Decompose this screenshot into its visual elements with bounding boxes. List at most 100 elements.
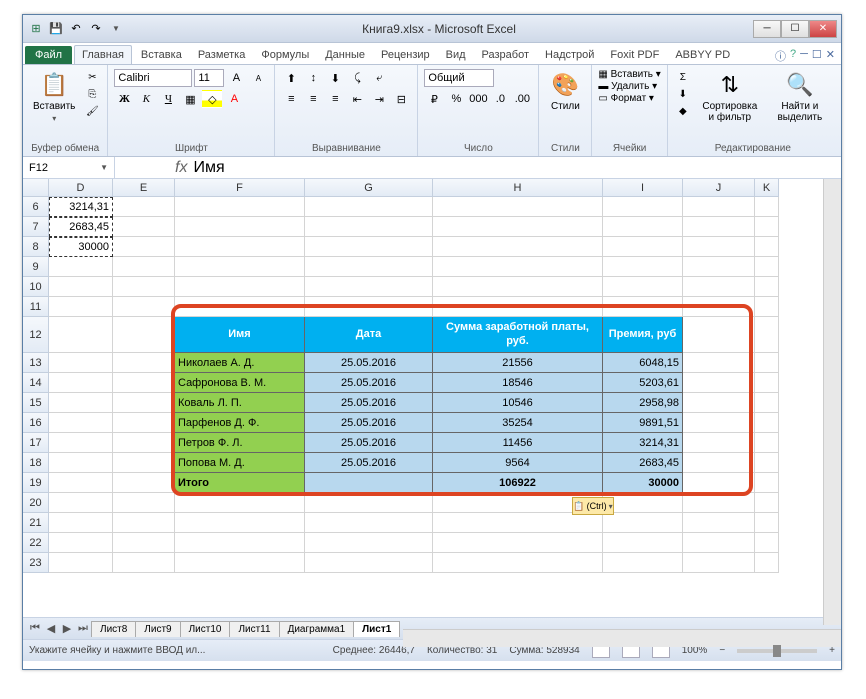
tab-data[interactable]: Данные (318, 46, 372, 64)
cell[interactable] (755, 317, 779, 353)
cell[interactable]: 25.05.2016 (305, 393, 433, 413)
doc-max-icon[interactable]: ☐ (812, 48, 822, 64)
cell[interactable] (113, 277, 175, 297)
cell[interactable] (175, 257, 305, 277)
cell[interactable]: 3214,31 (49, 197, 113, 217)
cell[interactable] (113, 297, 175, 317)
doc-close-icon[interactable]: ✕ (826, 48, 835, 64)
cell[interactable]: 10546 (433, 393, 603, 413)
dec-decimal-icon[interactable]: .00 (512, 90, 532, 108)
cell[interactable]: Попова М. Д. (175, 453, 305, 473)
cell[interactable] (175, 493, 305, 513)
cell[interactable] (49, 373, 113, 393)
col-header-F[interactable]: F (175, 179, 305, 197)
row-header[interactable]: 8 (23, 237, 49, 257)
cell[interactable] (683, 473, 755, 493)
cell[interactable] (49, 513, 113, 533)
cell[interactable] (683, 297, 755, 317)
cell[interactable] (113, 433, 175, 453)
align-center-icon[interactable]: ≡ (303, 90, 323, 108)
sheet-area[interactable]: DEFGHIJK 63214,3172683,458300009101112Им… (23, 179, 841, 617)
font-name-input[interactable] (114, 69, 192, 87)
styles-button[interactable]: 🎨 Стили (545, 69, 585, 114)
col-header-E[interactable]: E (113, 179, 175, 197)
tab-foxit[interactable]: Foxit PDF (603, 46, 666, 64)
cell[interactable] (755, 277, 779, 297)
number-format-input[interactable] (424, 69, 494, 87)
cell[interactable] (683, 553, 755, 573)
cell[interactable]: 11456 (433, 433, 603, 453)
align-top-icon[interactable]: ⬆ (281, 69, 301, 87)
currency-icon[interactable]: ₽ (424, 90, 444, 108)
format-painter-icon[interactable]: 🖌 (83, 103, 101, 119)
cell[interactable] (113, 473, 175, 493)
cell[interactable] (755, 513, 779, 533)
tab-addins[interactable]: Надстрой (538, 46, 601, 64)
cell[interactable] (175, 217, 305, 237)
cell[interactable]: 25.05.2016 (305, 453, 433, 473)
cell[interactable] (305, 217, 433, 237)
tab-view[interactable]: Вид (439, 46, 473, 64)
fx-icon[interactable]: fx (175, 159, 187, 177)
percent-icon[interactable]: % (446, 90, 466, 108)
autosum-icon[interactable]: Σ (674, 69, 692, 85)
clear-icon[interactable]: ◆ (674, 103, 692, 119)
cell[interactable] (755, 453, 779, 473)
tab-nav-prev-icon[interactable]: ◀ (43, 621, 59, 637)
cell[interactable] (755, 353, 779, 373)
tab-nav-last-icon[interactable]: ⏭ (75, 621, 91, 637)
vertical-scrollbar[interactable] (823, 179, 841, 625)
cell[interactable] (113, 493, 175, 513)
cell[interactable] (603, 197, 683, 217)
cell[interactable]: 9891,51 (603, 413, 683, 433)
row-header[interactable]: 7 (23, 217, 49, 237)
merge-icon[interactable]: ⊟ (391, 90, 411, 108)
cell[interactable] (683, 217, 755, 237)
cell[interactable] (603, 217, 683, 237)
cell[interactable] (433, 533, 603, 553)
cell[interactable] (683, 533, 755, 553)
cell[interactable] (113, 197, 175, 217)
border-icon[interactable]: ▦ (180, 90, 200, 108)
cell[interactable]: Итого (175, 473, 305, 493)
cell[interactable] (113, 317, 175, 353)
tab-file[interactable]: Файл (25, 46, 72, 64)
cell[interactable]: 25.05.2016 (305, 373, 433, 393)
align-middle-icon[interactable]: ↕ (303, 69, 323, 87)
insert-cells-button[interactable]: ▦ Вставить ▾ (598, 69, 660, 80)
help-icon[interactable]: ? (790, 48, 796, 64)
cell[interactable] (113, 413, 175, 433)
align-left-icon[interactable]: ≡ (281, 90, 301, 108)
cell[interactable] (305, 513, 433, 533)
row-header[interactable]: 17 (23, 433, 49, 453)
cell[interactable] (755, 197, 779, 217)
cell[interactable] (755, 553, 779, 573)
delete-cells-button[interactable]: ▬ Удалить ▾ (598, 81, 657, 92)
cell[interactable]: 25.05.2016 (305, 433, 433, 453)
cell[interactable] (683, 453, 755, 473)
fill-color-icon[interactable]: ◇ (202, 90, 222, 108)
cell[interactable]: 21556 (433, 353, 603, 373)
cell[interactable] (305, 237, 433, 257)
cell[interactable] (49, 413, 113, 433)
cell[interactable]: Николаев А. Д. (175, 353, 305, 373)
cell[interactable]: 35254 (433, 413, 603, 433)
tab-nav-first-icon[interactable]: ⏮ (27, 621, 43, 637)
cell[interactable] (49, 393, 113, 413)
cell[interactable] (305, 493, 433, 513)
sheet-tab[interactable]: Лист9 (135, 621, 180, 637)
shrink-font-icon[interactable]: A (248, 69, 268, 87)
cell[interactable] (49, 433, 113, 453)
cell[interactable] (113, 217, 175, 237)
wrap-text-icon[interactable]: ⤶ (369, 69, 389, 87)
sort-filter-button[interactable]: ⇅ Сортировка и фильтр (696, 69, 764, 125)
row-header[interactable]: 12 (23, 317, 49, 353)
cell[interactable] (305, 277, 433, 297)
tab-developer[interactable]: Разработ (475, 46, 536, 64)
cell[interactable] (49, 493, 113, 513)
cell[interactable] (603, 553, 683, 573)
cell[interactable] (433, 257, 603, 277)
comma-icon[interactable]: 000 (468, 90, 488, 108)
cell[interactable] (755, 373, 779, 393)
orientation-icon[interactable]: ⤹ (347, 69, 367, 87)
